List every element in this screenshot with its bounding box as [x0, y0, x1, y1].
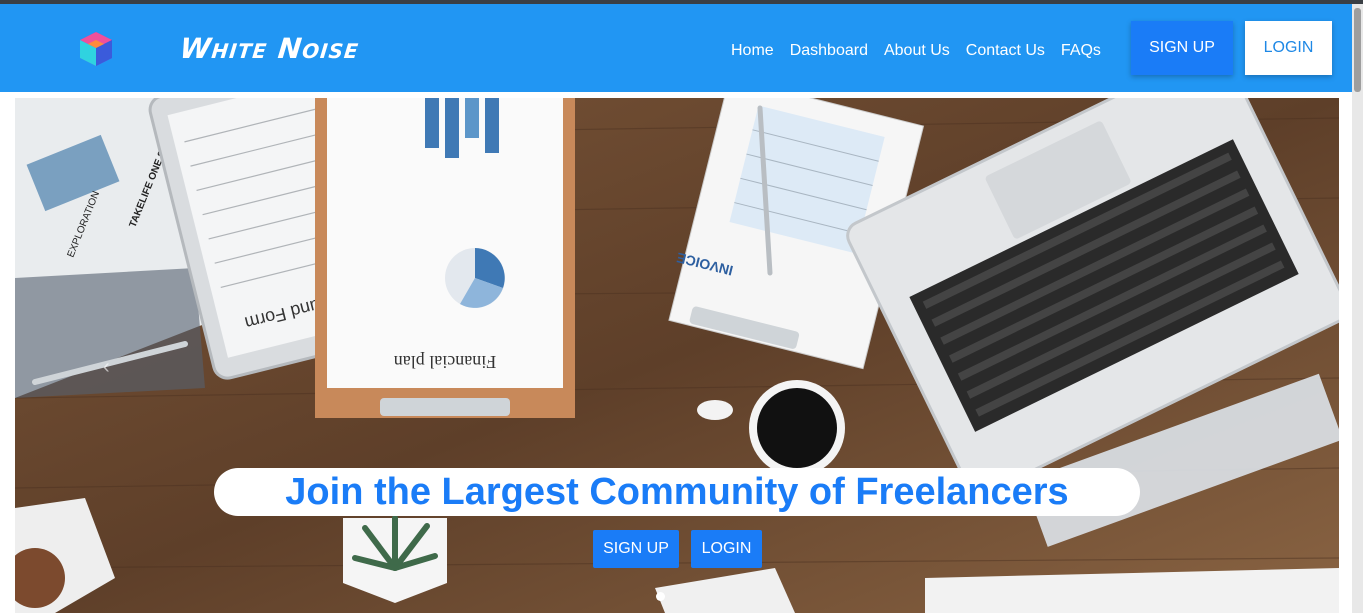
carousel-indicator-dot[interactable] [656, 592, 665, 601]
scrollbar-thumb[interactable] [1354, 8, 1361, 92]
carousel-prev-icon[interactable]: ‹ [103, 356, 127, 380]
cube-logo-icon[interactable] [74, 28, 118, 72]
navbar: White Noise Home Dashboard About Us Cont… [0, 4, 1352, 92]
nav-link-contact-us[interactable]: Contact Us [966, 42, 1045, 60]
hero-title-banner: Join the Largest Community of Freelancer… [214, 468, 1140, 516]
nav-link-dashboard[interactable]: Dashboard [790, 42, 868, 60]
brand-name[interactable]: White Noise [178, 32, 361, 65]
hero-login-button[interactable]: LOGIN [691, 530, 762, 568]
nav-link-home[interactable]: Home [731, 42, 774, 60]
page-scrollbar[interactable] [1352, 4, 1363, 613]
navbar-login-button[interactable]: LOGIN [1245, 21, 1332, 75]
hero-signup-button[interactable]: SIGN UP [593, 530, 679, 568]
clipboard-financial-plan-photo: Financial plan [315, 98, 575, 418]
hero-carousel: EXPLORATION TAKELIFE ONE SIP AT A TIME T… [15, 98, 1339, 613]
svg-text:Financial plan: Financial plan [394, 352, 496, 372]
navbar-signup-button[interactable]: SIGN UP [1131, 21, 1233, 75]
hero-title: Join the Largest Community of Freelancer… [285, 470, 1069, 513]
nav-links: Home Dashboard About Us Contact Us FAQs [731, 42, 1117, 60]
nav-link-about-us[interactable]: About Us [884, 42, 950, 60]
nav-link-faqs[interactable]: FAQs [1061, 42, 1101, 60]
